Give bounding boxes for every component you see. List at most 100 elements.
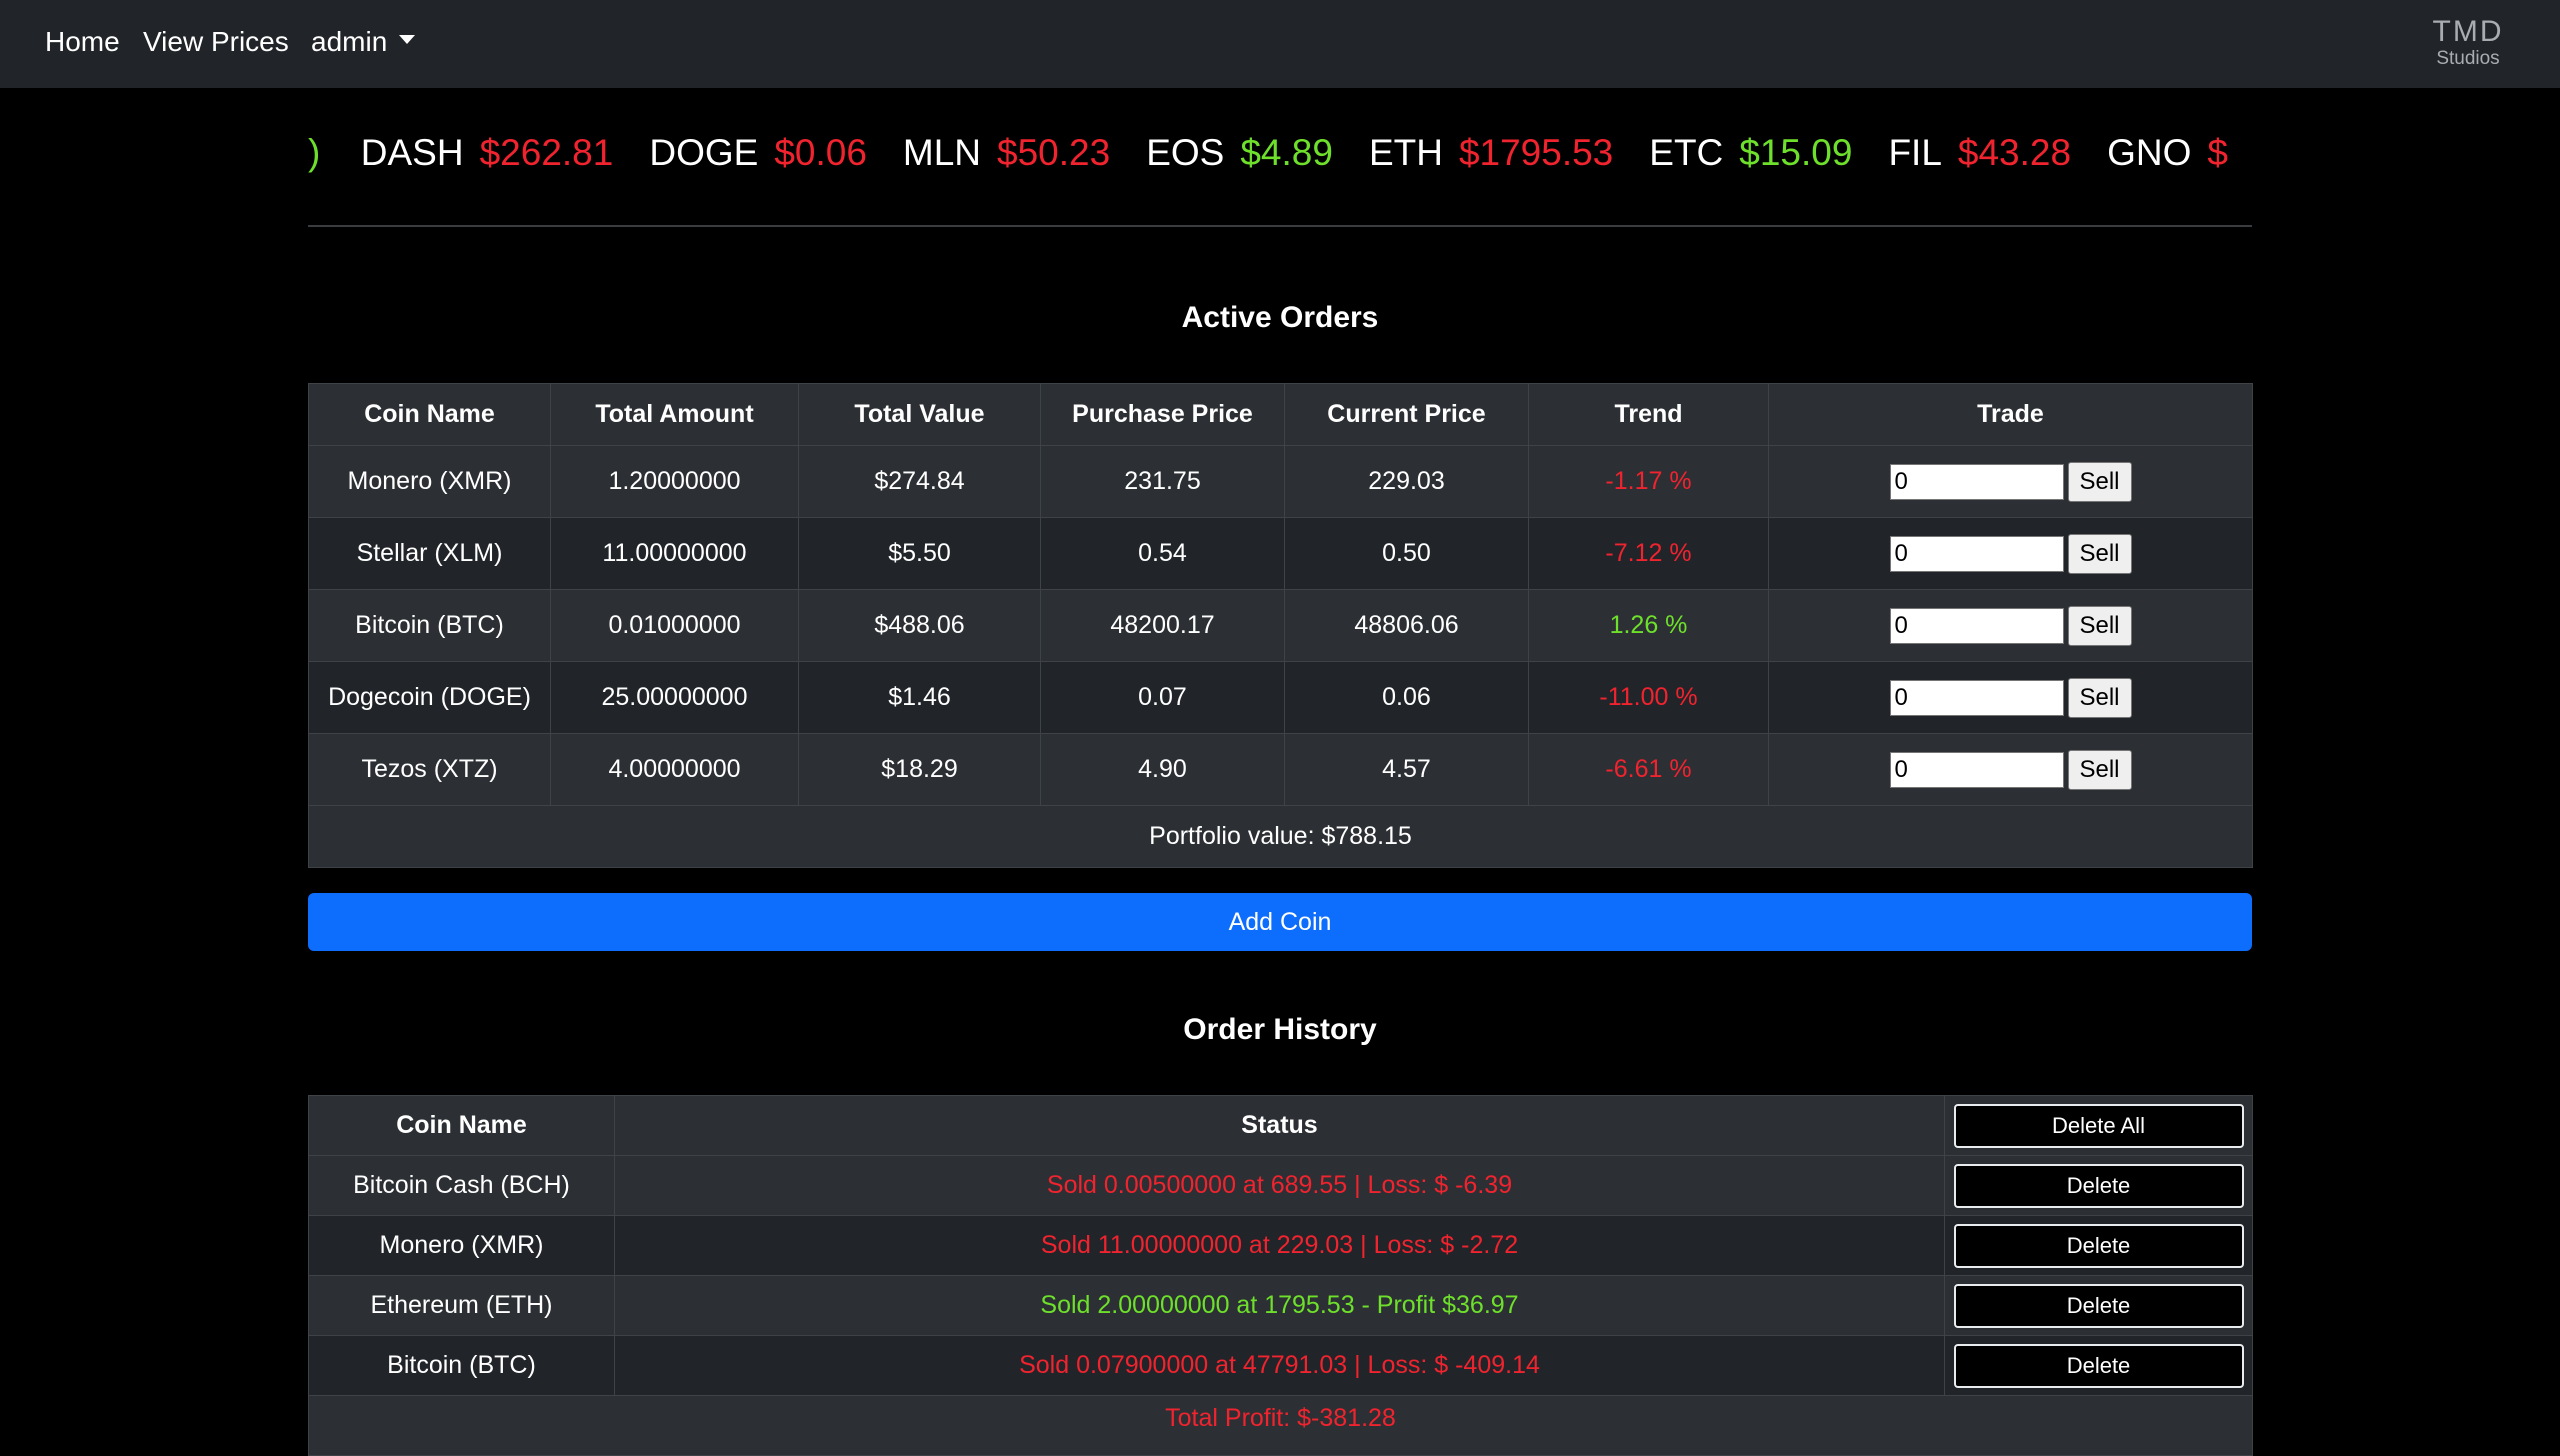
portfolio-value: Portfolio value: $788.15 xyxy=(308,805,2253,868)
table-row: Stellar (XLM) 11.00000000 $5.50 0.54 0.50 -7.… xyxy=(308,517,2253,590)
nav-view-prices-link[interactable]: View Prices xyxy=(143,26,289,58)
trade-cell: Sell xyxy=(1768,445,2253,518)
delete-all-cell: Delete All xyxy=(1944,1095,2253,1156)
ticker-track: ) DASH $262.81 DOGE $0.06 MLN $50.23 EOS $4.89 E… xyxy=(308,118,2252,188)
sell-quantity-input[interactable] xyxy=(1889,535,2064,572)
purchase-price-cell: 4.90 xyxy=(1040,733,1285,806)
ticker-price: $1795.53 xyxy=(1458,132,1614,173)
ticker-item: DASH $262.81 xyxy=(361,118,614,188)
column-header: Trend xyxy=(1528,383,1769,446)
column-header: Coin Name xyxy=(308,383,551,446)
status-cell: Sold 0.07900000 at 47791.03 | Loss: $ -4… xyxy=(614,1335,1945,1396)
sell-button[interactable]: Sell xyxy=(2067,461,2132,502)
table-row: Dogecoin (DOGE) 25.00000000 $1.46 0.07 0.06-… xyxy=(308,661,2253,734)
ticker-item: FIL $43.28 xyxy=(1888,118,2071,188)
sell-quantity-input[interactable] xyxy=(1889,463,2064,500)
delete-cell: Delete xyxy=(1944,1215,2253,1276)
coin-name-cell: Monero (XMR) xyxy=(308,445,551,518)
delete-cell: Delete xyxy=(1944,1155,2253,1216)
total-value-cell: $1.46 xyxy=(798,661,1041,734)
column-header: Total Amount xyxy=(550,383,799,446)
ticker-price: $262.81 xyxy=(479,132,614,173)
current-price-cell: 4.57 xyxy=(1284,733,1529,806)
trade-controls: Sell xyxy=(1769,533,2252,574)
delete-button[interactable]: Delete xyxy=(1953,1163,2244,1208)
coin-name-cell: Stellar (XLM) xyxy=(308,517,551,590)
active-orders-table: Coin Name Total Amount Total Value Purchase… xyxy=(308,383,2253,868)
sell-quantity-input[interactable] xyxy=(1889,607,2064,644)
ticker-symbol: ETC xyxy=(1649,132,1724,173)
trend-cell: -11.00 % xyxy=(1528,661,1769,734)
current-price-cell: 0.50 xyxy=(1284,517,1529,590)
add-coin-button[interactable]: Add Coin xyxy=(308,893,2252,951)
column-header: Status xyxy=(614,1095,1945,1156)
coin-name-cell: Bitcoin Cash (BCH) xyxy=(308,1155,615,1216)
sell-quantity-input[interactable] xyxy=(1889,679,2064,716)
order-history-table: Coin Name Status Delete All Bitcoin Cash… xyxy=(308,1095,2253,1456)
trade-cell: Sell xyxy=(1768,517,2253,590)
trade-controls: Sell xyxy=(1769,677,2252,718)
coin-name-cell: Bitcoin (BTC) xyxy=(308,589,551,662)
purchase-price-cell: 48200.17 xyxy=(1040,589,1285,662)
trade-cell: Sell xyxy=(1768,589,2253,662)
coin-name-cell: Dogecoin (DOGE) xyxy=(308,661,551,734)
ticker-price: $43.28 xyxy=(1957,132,2072,173)
table-header-row: Coin Name Status Delete All xyxy=(308,1095,2253,1156)
ticker-price: $50.23 xyxy=(997,132,1111,173)
ticker-item: DOGE $0.06 xyxy=(649,118,867,188)
table-row: Monero (XMR) Sold 11.00000000 at 229.03 |… xyxy=(308,1215,2253,1276)
user-name: admin xyxy=(311,26,388,57)
delete-button[interactable]: Delete xyxy=(1953,1283,2244,1328)
current-price-cell: 229.03 xyxy=(1284,445,1529,518)
delete-all-button[interactable]: Delete All xyxy=(1953,1103,2244,1148)
total-amount-cell: 25.00000000 xyxy=(550,661,799,734)
column-header: Purchase Price xyxy=(1040,383,1285,446)
logo-main-text: TMD xyxy=(2432,15,2504,48)
sell-button[interactable]: Sell xyxy=(2067,533,2132,574)
delete-cell: Delete xyxy=(1944,1275,2253,1336)
ticker-item: ETC $15.09 xyxy=(1649,118,1852,188)
user-menu-dropdown[interactable]: admin xyxy=(311,26,416,58)
table-row: Ethereum (ETH) Sold 2.00000000 at 1795.53… xyxy=(308,1275,2253,1336)
purchase-price-cell: 231.75 xyxy=(1040,445,1285,518)
table-row: Tezos (XTZ) 4.00000000 $18.29 4.90 4.57 -6.61… xyxy=(308,733,2253,806)
ticker-item: ETH $1795.53 xyxy=(1369,118,1613,188)
total-value-cell: $18.29 xyxy=(798,733,1041,806)
brand-logo[interactable]: TMD Studios xyxy=(2428,16,2508,70)
status-cell: Sold 11.00000000 at 229.03 | Loss: $ -2.… xyxy=(614,1215,1945,1276)
ticker-price: $ xyxy=(2207,132,2228,173)
ticker-symbol: GNO xyxy=(2107,132,2192,173)
table-row: Bitcoin (BTC) 0.01000000 $488.06 48200.17 48… xyxy=(308,589,2253,662)
trend-cell: 1.26 % xyxy=(1528,589,1769,662)
ticker-price: $15.09 xyxy=(1739,132,1853,173)
ticker-item: EOS $4.89 xyxy=(1146,118,1333,188)
ticker-item: GNO $ xyxy=(2107,118,2228,188)
sell-button[interactable]: Sell xyxy=(2067,749,2132,790)
logo-sub-text: Studios xyxy=(2436,48,2500,69)
total-profit-row: Total Profit: $-381.28 xyxy=(308,1395,2253,1456)
trade-controls: Sell xyxy=(1769,605,2252,646)
status-cell: Sold 2.00000000 at 1795.53 - Profit $36.… xyxy=(614,1275,1945,1336)
table-row: Monero (XMR) 1.20000000 $274.84 231.75 229.0… xyxy=(308,445,2253,518)
delete-button[interactable]: Delete xyxy=(1953,1343,2244,1388)
current-price-cell: 0.06 xyxy=(1284,661,1529,734)
sell-button[interactable]: Sell xyxy=(2067,605,2132,646)
nav-home-link[interactable]: Home xyxy=(45,26,120,58)
top-navbar: Home View Prices admin TMD Studios xyxy=(0,0,2560,88)
total-value-cell: $274.84 xyxy=(798,445,1041,518)
ticker-symbol: DOGE xyxy=(649,132,759,173)
total-amount-cell: 1.20000000 xyxy=(550,445,799,518)
trade-controls: Sell xyxy=(1769,749,2252,790)
sell-button[interactable]: Sell xyxy=(2067,677,2132,718)
purchase-price-cell: 0.07 xyxy=(1040,661,1285,734)
ticker-item: MLN $50.23 xyxy=(903,118,1110,188)
delete-cell: Delete xyxy=(1944,1335,2253,1396)
ticker-symbol: ETH xyxy=(1368,132,1443,173)
chevron-down-icon xyxy=(399,35,416,45)
coin-name-cell: Bitcoin (BTC) xyxy=(308,1335,615,1396)
sell-quantity-input[interactable] xyxy=(1889,751,2064,788)
ticker-price: $0.06 xyxy=(774,132,867,173)
total-amount-cell: 4.00000000 xyxy=(550,733,799,806)
ticker-price: $4.89 xyxy=(1240,132,1333,173)
delete-button[interactable]: Delete xyxy=(1953,1223,2244,1268)
